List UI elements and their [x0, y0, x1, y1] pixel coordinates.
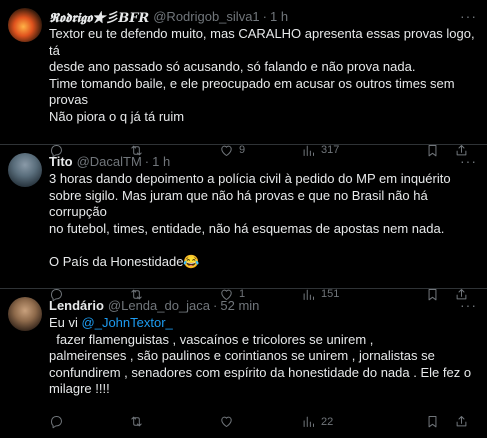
reply-icon [51, 416, 62, 429]
tweet-line: milagre !!!! [49, 381, 110, 396]
like-icon [221, 416, 232, 427]
tweet-line: sobre sigilo. Mas juram que não há prova… [49, 187, 428, 220]
tweet[interactable]: Lendário @Lenda_do_jaca · 52 min Eu vi @… [0, 289, 487, 429]
tweet-line: provas [49, 92, 89, 107]
tweet-header: Lendário @Lenda_do_jaca · 52 min [49, 297, 475, 314]
more-icon[interactable]: ··· [460, 153, 477, 169]
tweet-header: 𝕽𝖔𝖉𝖗𝖎𝖌𝖔★彡BFR @Rodrigob_silva1 · 1 h [49, 7, 475, 26]
user-handle[interactable]: @Rodrigob_silva1 [153, 9, 259, 24]
timestamp[interactable]: 52 min [220, 298, 259, 313]
share-icon [456, 416, 467, 427]
share-button[interactable] [454, 414, 469, 429]
tweet-line: O País da Honestidade😂 [49, 253, 200, 269]
user-handle[interactable]: @Lenda_do_jaca [108, 298, 210, 313]
tweet[interactable]: Tito @DacalTM · 1 h 3 horas dando depoim… [0, 145, 487, 301]
tweet-body: 𝕽𝖔𝖉𝖗𝖎𝖌𝖔★彡BFR @Rodrigob_silva1 · 1 h Text… [49, 7, 475, 157]
retweet-button[interactable] [129, 414, 219, 429]
tweet-text-segment: Eu vi [49, 315, 82, 330]
bookmark-button[interactable] [425, 414, 440, 429]
timeline: 𝕽𝖔𝖉𝖗𝖎𝖌𝖔★彡BFR @Rodrigob_silva1 · 1 h Text… [0, 0, 487, 429]
views-button[interactable]: 22 [301, 414, 425, 429]
tweet-header: Tito @DacalTM · 1 h [49, 153, 475, 170]
user-handle[interactable]: @DacalTM [77, 154, 142, 169]
tweet-line: desde ano passado só acusando, só faland… [49, 59, 416, 74]
avatar[interactable] [8, 8, 42, 42]
tweet-text: 3 horas dando depoimento a polícia civil… [49, 171, 475, 270]
tweet-line: Time tomando baile, e ele preocupado em … [49, 75, 455, 91]
avatar[interactable] [8, 153, 42, 187]
timestamp[interactable]: 1 h [270, 9, 288, 24]
separator-dot: · [262, 9, 267, 24]
tweet-line: Não piora o q já tá ruim [49, 108, 185, 124]
tweet-text: Eu vi @_JohnTextor_ fazer flamenguistas … [49, 315, 475, 398]
more-icon[interactable]: ··· [460, 297, 477, 313]
separator-dot: · [144, 154, 150, 169]
views-count: 22 [321, 415, 334, 428]
display-name[interactable]: 𝕽𝖔𝖉𝖗𝖎𝖌𝖔★彡BFR [49, 7, 149, 26]
display-name[interactable]: Lendário [49, 298, 104, 313]
tweet[interactable]: 𝕽𝖔𝖉𝖗𝖎𝖌𝖔★彡BFR @Rodrigob_silva1 · 1 h Text… [0, 0, 487, 157]
display-name[interactable]: Tito [49, 154, 73, 169]
tweet-line: palmeirenses , são paulinos e corintiano… [49, 348, 435, 363]
action-bar: 22 [49, 406, 469, 438]
avatar[interactable] [8, 297, 42, 331]
mention-link[interactable]: @_JohnTextor_ [82, 315, 173, 330]
tweet-line: Textor eu te defendo muito, mas CARALHO … [49, 26, 475, 58]
tweet-text: Textor eu te defendo muito, mas CARALHO … [49, 26, 475, 125]
tweet-body: Lendário @Lenda_do_jaca · 52 min Eu vi @… [49, 297, 475, 429]
separator-dot: · [213, 298, 218, 313]
tweet-text-segment: fazer flamenguistas , vascaínos e tricol… [49, 331, 374, 347]
tweet-line: no futebol, times, entidade, não há esqu… [49, 220, 445, 236]
like-button[interactable] [219, 414, 301, 429]
retweet-icon [131, 416, 142, 427]
views-icon [303, 416, 314, 427]
tweet-line: 3 horas dando depoimento a polícia civil… [49, 171, 451, 186]
tweet-line: confundirem , senadores com espírito da … [49, 364, 472, 380]
bookmark-icon [428, 416, 437, 428]
reply-button[interactable] [49, 414, 129, 429]
action-bar-right [425, 414, 469, 429]
tweet-body: Tito @DacalTM · 1 h 3 horas dando depoim… [49, 153, 475, 301]
timestamp[interactable]: 1 h [152, 154, 170, 169]
tweet-line: Eu vi @_JohnTextor_ fazer flamenguistas … [49, 315, 475, 348]
more-icon[interactable]: ··· [460, 8, 477, 24]
